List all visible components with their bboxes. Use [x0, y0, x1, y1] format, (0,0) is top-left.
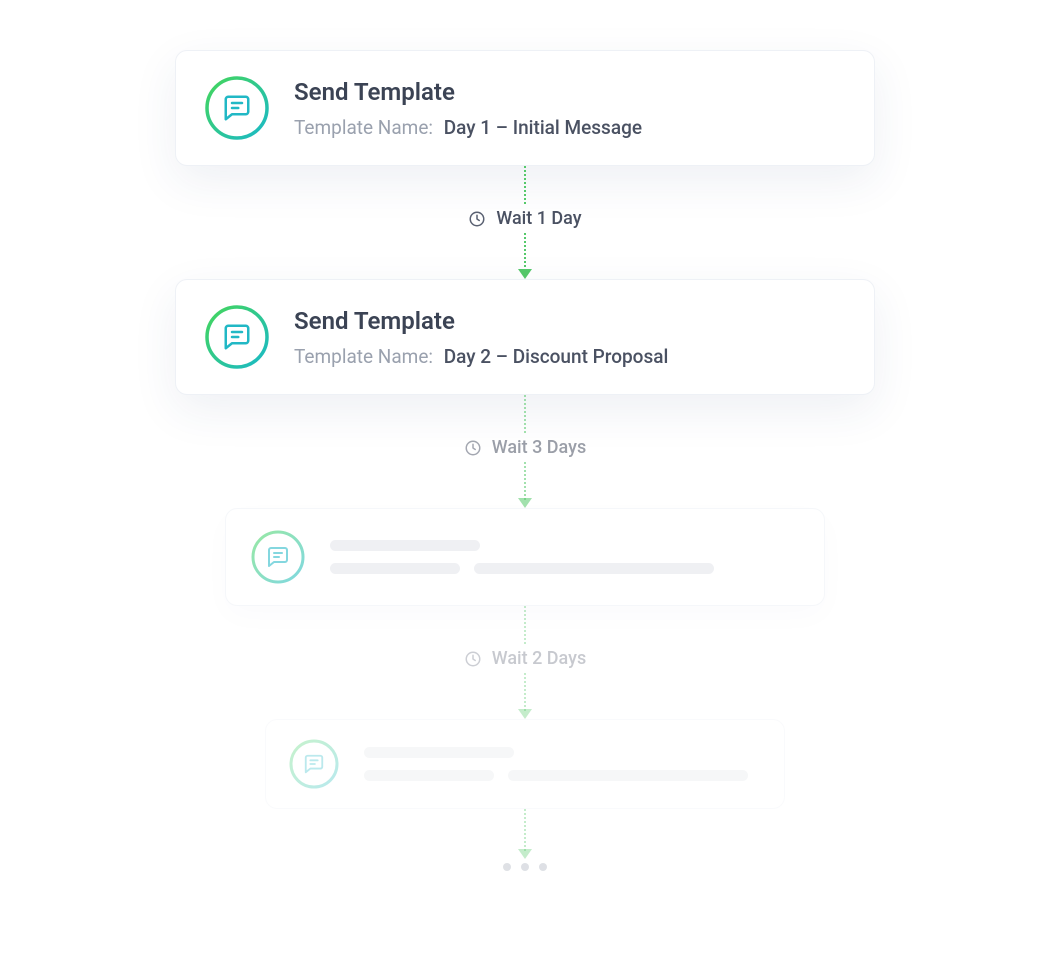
dot-icon [521, 863, 529, 871]
card-title: Send Template [294, 78, 846, 106]
card-subtitle: Template Name: Day 1 – Initial Message [294, 116, 846, 139]
wait-label-2: Wait 3 Days [464, 433, 586, 462]
line-icon [524, 462, 526, 500]
placeholder-line [364, 747, 514, 758]
placeholder-line [508, 770, 748, 781]
connector-2: Wait 3 Days [464, 395, 586, 508]
wait-label-1: Wait 1 Day [468, 204, 581, 233]
connector-1: Wait 1 Day [468, 166, 581, 279]
placeholder-line [330, 563, 460, 574]
step-card-1[interactable]: Send Template Template Name: Day 1 – Ini… [175, 50, 875, 166]
placeholder-row [330, 563, 800, 574]
dot-icon [503, 863, 511, 871]
arrow-down-icon [518, 498, 532, 508]
arrow-down-icon [518, 849, 532, 859]
clock-icon [464, 439, 482, 457]
chat-icon [204, 75, 270, 141]
wait-text: Wait 2 Days [492, 648, 586, 669]
line-icon [524, 395, 526, 433]
connector-3: Wait 2 Days [464, 606, 586, 719]
dot-icon [539, 863, 547, 871]
line-icon [524, 606, 526, 644]
chat-icon [250, 529, 306, 585]
wait-text: Wait 3 Days [492, 437, 586, 458]
connector-end [518, 809, 532, 859]
placeholder-line [364, 770, 494, 781]
card-subtitle: Template Name: Day 2 – Discount Proposal [294, 345, 846, 368]
card-body: Send Template Template Name: Day 1 – Ini… [294, 78, 846, 139]
clock-icon [464, 650, 482, 668]
flow-column: Send Template Template Name: Day 1 – Ini… [175, 50, 875, 871]
step-card-2[interactable]: Send Template Template Name: Day 2 – Dis… [175, 279, 875, 395]
card-sub-label: Template Name: [294, 345, 433, 368]
step-card-placeholder [265, 719, 785, 809]
card-body: Send Template Template Name: Day 2 – Dis… [294, 307, 846, 368]
line-icon [524, 166, 526, 204]
card-sub-value: Day 2 – Discount Proposal [444, 345, 669, 368]
card-title: Send Template [294, 307, 846, 335]
card-sub-value: Day 1 – Initial Message [444, 116, 642, 139]
line-icon [524, 233, 526, 271]
step-card-placeholder [225, 508, 825, 606]
placeholder-row [364, 770, 762, 781]
card-sub-label: Template Name: [294, 116, 433, 139]
wait-label-3: Wait 2 Days [464, 644, 586, 673]
line-icon [524, 809, 526, 851]
arrow-down-icon [518, 709, 532, 719]
wait-text: Wait 1 Day [496, 208, 581, 229]
arrow-down-icon [518, 269, 532, 279]
card-body [330, 540, 800, 574]
more-steps-indicator [503, 863, 547, 871]
placeholder-line [474, 563, 714, 574]
line-icon [524, 673, 526, 711]
chat-icon [204, 304, 270, 370]
card-body [364, 747, 762, 781]
workflow-diagram: Send Template Template Name: Day 1 – Ini… [0, 0, 1044, 960]
chat-icon [288, 738, 340, 790]
clock-icon [468, 210, 486, 228]
placeholder-line [330, 540, 480, 551]
